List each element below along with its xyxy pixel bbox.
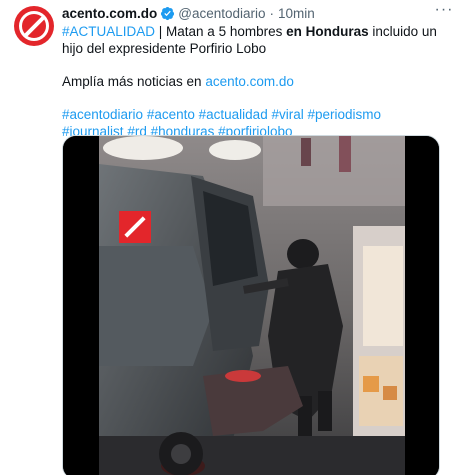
tweet-card[interactable]: acento.com.do @acentodiario · 10min ··· … <box>0 0 467 475</box>
more-options-icon[interactable]: ··· <box>433 2 455 22</box>
hashtag[interactable]: #actualidad <box>199 107 268 122</box>
more-news-text: Amplía más noticias en <box>62 74 206 89</box>
headline-prep: en <box>286 24 306 39</box>
video-player[interactable] <box>62 135 440 475</box>
avatar[interactable] <box>14 6 54 46</box>
author-name[interactable]: acento.com.do <box>62 6 157 21</box>
hashtag[interactable]: #acentodiario <box>62 107 143 122</box>
tweet-content: acento.com.do @acentodiario · 10min ··· … <box>62 2 455 140</box>
more-news-line: Amplía más noticias en acento.com.do <box>62 73 446 90</box>
tweet-header: acento.com.do @acentodiario · 10min <box>62 4 455 22</box>
video-frame <box>63 136 439 475</box>
site-link[interactable]: acento.com.do <box>205 74 294 89</box>
hashtag[interactable]: #periodismo <box>308 107 382 122</box>
tweet-timestamp[interactable]: 10min <box>278 6 315 21</box>
acento-watermark-icon <box>119 211 151 243</box>
hashtag[interactable]: #acento <box>147 107 195 122</box>
verified-badge-icon <box>160 6 175 21</box>
author-handle[interactable]: @acentodiario <box>178 6 265 21</box>
hashtag[interactable]: #viral <box>271 107 303 122</box>
tweet-text: #ACTUALIDAD | Matan a 5 hombres en Hondu… <box>62 23 446 140</box>
headline-country: Honduras <box>305 24 369 39</box>
headline-part-1: | Matan a 5 hombres <box>155 24 287 39</box>
tweet-headline: #ACTUALIDAD | Matan a 5 hombres en Hondu… <box>62 23 446 57</box>
acento-logo-icon <box>19 11 49 41</box>
separator-dot: · <box>269 5 275 21</box>
hashtag-actualidad[interactable]: #ACTUALIDAD <box>62 24 155 39</box>
